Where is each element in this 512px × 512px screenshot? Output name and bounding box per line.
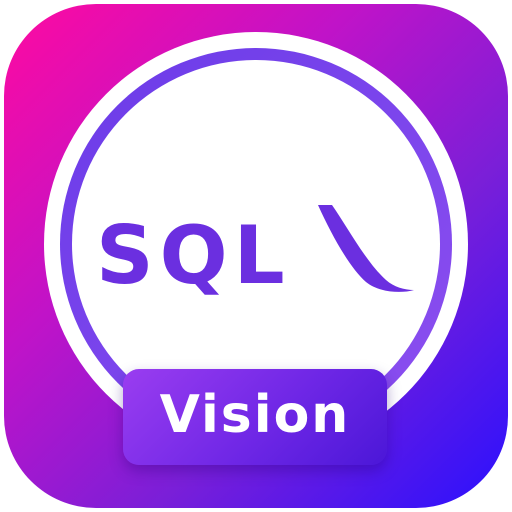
vision-label: Vision (159, 385, 351, 445)
vision-badge: Vision (123, 369, 387, 465)
sql-wordmark: SQL (96, 209, 291, 302)
